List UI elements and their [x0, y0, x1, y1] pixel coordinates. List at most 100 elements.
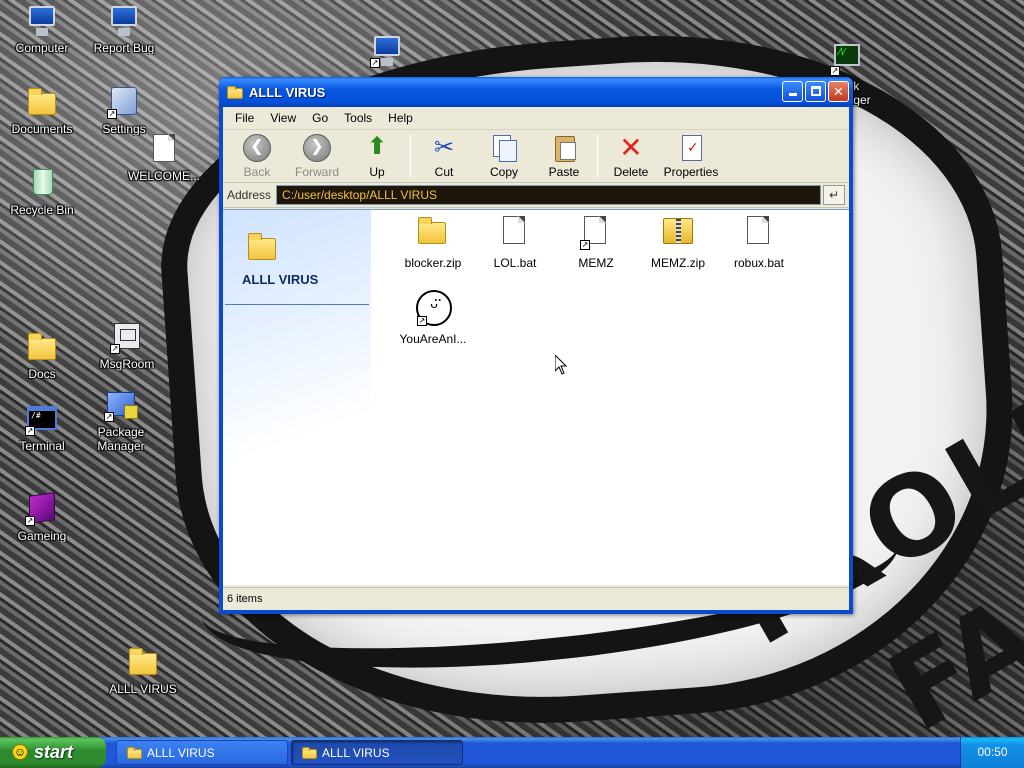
desktop-icon-settings[interactable]: ↗ Settings	[82, 85, 166, 136]
cube-icon: ↗	[25, 492, 59, 526]
menu-bar: File View Go Tools Help	[223, 107, 849, 130]
desktop-icon-label: MsgRoom	[99, 357, 155, 371]
toolbar-separator	[597, 134, 598, 178]
desktop-icon-label: Computer	[15, 41, 69, 55]
status-bar: 6 items	[223, 587, 849, 610]
desktop-icon-docs[interactable]: Docs	[0, 330, 84, 381]
maximize-button[interactable]	[805, 81, 826, 102]
delete-label: Delete	[613, 164, 649, 179]
copy-label: Copy	[489, 164, 518, 179]
forward-button[interactable]: ❯ Forward	[287, 133, 347, 179]
menu-help[interactable]: Help	[380, 111, 421, 125]
copy-icon	[490, 134, 518, 162]
file-item[interactable]: ᵕ̈ ↗ YouAreAnI...	[393, 290, 473, 346]
document-icon: ↗	[578, 214, 614, 250]
desktop-icon-msgroom[interactable]: ↗ MsgRoom	[85, 320, 169, 371]
taskbar-item-label: ALLL VIRUS	[322, 746, 390, 760]
delete-x-icon: ✕	[619, 131, 643, 163]
taskbar-item-label: ALLL VIRUS	[147, 746, 215, 760]
desktop-icon-computer[interactable]: Computer	[0, 4, 84, 55]
menu-go[interactable]: Go	[304, 111, 336, 125]
desktop-icon-terminal[interactable]: /# ↗ Terminal	[0, 402, 84, 453]
enter-arrow-icon: ↵	[828, 188, 840, 202]
file-item[interactable]: blocker.zip	[393, 214, 473, 270]
window-title: ALLL VIRUS	[249, 84, 326, 100]
folder-icon	[227, 85, 243, 99]
settings-icon: ↗	[107, 85, 141, 119]
document-icon	[741, 214, 777, 250]
desktop-icon-label: WELCOME...	[127, 169, 200, 183]
desktop-icon-label: Gameing	[17, 529, 67, 543]
desktop-icon-label: Terminal	[19, 439, 65, 453]
taskbar-item[interactable]: ALLL VIRUS	[116, 740, 288, 765]
up-button[interactable]: ⬆ Up	[347, 133, 407, 179]
zip-folder-icon	[660, 214, 696, 250]
minimize-button[interactable]	[782, 81, 803, 102]
task-pane-divider	[225, 304, 369, 305]
folder-icon	[25, 330, 59, 364]
paste-label: Paste	[548, 164, 580, 179]
address-bar: Address C:/user/desktop/ALLL VIRUS ↵	[223, 183, 849, 208]
desktop-icon-recycle-bin[interactable]: Recycle Bin	[0, 166, 84, 217]
desktop-icon-documents[interactable]: Documents	[0, 85, 84, 136]
cut-button[interactable]: ✂ Cut	[414, 134, 474, 179]
menu-tools[interactable]: Tools	[336, 111, 380, 125]
close-icon: ✕	[833, 84, 844, 99]
address-go-button[interactable]: ↵	[823, 185, 845, 205]
desktop-icon-label: Docs	[28, 367, 56, 381]
folder-icon	[302, 747, 318, 760]
file-name: MEMZ.zip	[651, 256, 705, 270]
toolbar-separator	[410, 134, 411, 178]
menu-view[interactable]: View	[262, 111, 304, 125]
file-item[interactable]: ↗ MEMZ	[556, 214, 636, 270]
scissors-icon: ✂	[433, 133, 455, 161]
clock[interactable]: 00:50	[977, 745, 1007, 759]
mouse-cursor-icon	[555, 355, 567, 375]
back-label: Back	[243, 164, 271, 179]
properties-button[interactable]: Properties	[661, 134, 721, 179]
computer-icon	[25, 4, 59, 38]
document-icon	[147, 132, 181, 166]
back-button[interactable]: ❮ Back	[227, 133, 287, 179]
copy-button[interactable]: Copy	[474, 134, 534, 179]
terminal-icon: /# ↗	[25, 402, 59, 436]
cut-label: Cut	[434, 164, 454, 179]
file-item[interactable]: MEMZ.zip	[638, 214, 718, 270]
delete-button[interactable]: ✕ Delete	[601, 131, 661, 179]
desktop-icon-welcome[interactable]: WELCOME...	[122, 132, 206, 183]
file-item[interactable]: robux.bat	[719, 214, 799, 270]
forward-label: Forward	[294, 164, 339, 179]
taskbar-item-active[interactable]: ALLL VIRUS	[291, 740, 463, 765]
task-pane: ALLL VIRUS	[223, 210, 371, 585]
properties-label: Properties	[663, 164, 719, 179]
properties-icon	[677, 134, 705, 162]
close-button[interactable]: ✕	[828, 81, 849, 102]
address-input[interactable]: C:/user/desktop/ALLL VIRUS	[276, 185, 821, 205]
title-bar[interactable]: ALLL VIRUS ✕	[219, 77, 853, 107]
start-button[interactable]: ☺ start	[0, 737, 106, 768]
paste-button[interactable]: Paste	[534, 134, 594, 179]
desktop-icon-package-manager[interactable]: ↗ Package Manager	[78, 388, 164, 453]
folder-icon	[245, 230, 279, 264]
maximize-icon	[810, 86, 821, 96]
folder-icon	[126, 645, 160, 679]
taskbar: ☺ start ALLL VIRUS ALLL VIRUS 00:50	[0, 737, 1024, 768]
file-name: MEMZ	[578, 256, 614, 270]
folder-icon	[127, 747, 143, 760]
desktop-icon-gameing[interactable]: ↗ Gameing	[0, 492, 84, 543]
file-item[interactable]: LOL.bat	[475, 214, 555, 270]
back-arrow-icon: ❮	[243, 133, 271, 162]
desktop-icon-label: Documents	[11, 122, 73, 136]
desktop-icon-report-bug[interactable]: Report Bug	[82, 4, 166, 55]
desktop-icon-alll-virus[interactable]: ALLL VIRUS	[101, 645, 185, 696]
window-client: File View Go Tools Help ❮ Back ❯ Forward…	[223, 107, 849, 610]
menu-file[interactable]: File	[227, 111, 262, 125]
up-folder-icon: ⬆	[363, 133, 391, 162]
file-name: LOL.bat	[493, 256, 537, 270]
desktop-icon-label: Report Bug	[93, 41, 155, 55]
documents-icon	[25, 85, 59, 119]
task-pane-title: ALLL VIRUS	[242, 272, 319, 287]
desktop-icon-label: Package Manager	[97, 425, 145, 453]
desktop-icon-label: ALLL VIRUS	[109, 682, 177, 696]
desktop-icon-partial[interactable]: ↗	[345, 34, 429, 71]
